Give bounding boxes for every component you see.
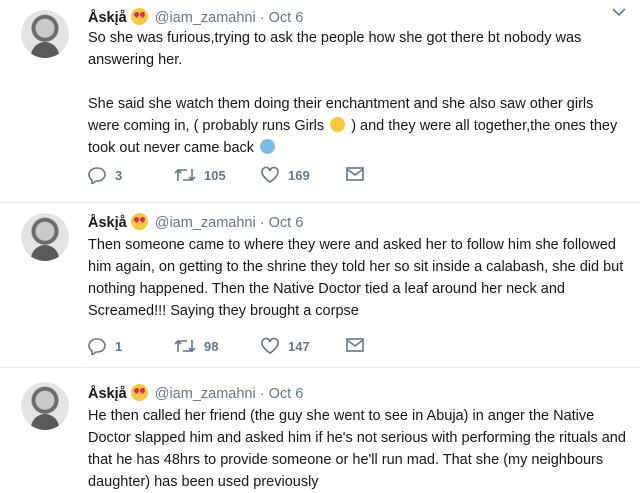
heart-eyes-emoji-icon [130, 213, 148, 230]
tweet-date[interactable]: Oct 6 [269, 215, 304, 231]
avatar[interactable] [21, 10, 69, 58]
retweet-button[interactable]: 105 [174, 166, 226, 184]
retweet-count: 105 [204, 168, 226, 183]
avatar[interactable] [21, 382, 69, 430]
tweet[interactable]: Åskįå @iam_zamahni · Oct 6 He then calle… [0, 368, 640, 491]
reply-icon [88, 167, 106, 186]
heart-eyes-emoji-icon [130, 8, 148, 25]
confused-emoji-icon [330, 117, 346, 132]
tweet-paragraph: She said she watch them doing their ench… [88, 93, 628, 159]
display-name[interactable]: Åskįå [88, 386, 127, 402]
reply-icon [88, 338, 106, 357]
reply-count: 3 [115, 168, 123, 183]
tweet[interactable]: Åskįå @iam_zamahni · Oct 6 Then someone … [0, 203, 640, 368]
retweet-button[interactable]: 98 [174, 337, 218, 355]
like-button[interactable]: 147 [260, 337, 310, 355]
display-name[interactable]: Åskįå [88, 215, 127, 231]
separator-dot: · [259, 386, 265, 402]
tweet-paragraph: So she was furious,trying to ask the peo… [88, 30, 582, 68]
tweet-paragraph: He then called her friend (the guy she w… [88, 408, 626, 490]
heart-icon [261, 337, 279, 354]
tweet-header: Åskįå @iam_zamahni · Oct 6 [88, 8, 303, 26]
envelope-icon [346, 167, 364, 181]
tweet-header: Åskįå @iam_zamahni · Oct 6 [88, 384, 303, 402]
like-button[interactable]: 169 [260, 166, 310, 184]
like-count: 169 [288, 168, 310, 183]
retweet-icon [174, 339, 196, 353]
retweet-icon [174, 168, 196, 182]
separator-dot: · [259, 10, 265, 26]
reply-count: 1 [115, 339, 123, 354]
tweet-header: Åskįå @iam_zamahni · Oct 6 [88, 213, 303, 231]
direct-message-button[interactable] [346, 337, 372, 353]
user-handle[interactable]: @iam_zamahni [155, 386, 256, 402]
avatar[interactable] [21, 213, 69, 261]
reply-button[interactable]: 3 [88, 166, 123, 186]
chevron-down-icon[interactable] [612, 6, 626, 20]
tweet-text: He then called her friend (the guy she w… [88, 405, 628, 493]
loudly-crying-emoji-icon [260, 139, 276, 154]
display-name[interactable]: Åskįå [88, 10, 127, 26]
like-count: 147 [288, 339, 310, 354]
reply-button[interactable]: 1 [88, 337, 123, 357]
tweet-text: Then someone came to where they were and… [88, 234, 628, 322]
tweet-date[interactable]: Oct 6 [269, 386, 304, 402]
retweet-count: 98 [204, 339, 219, 354]
direct-message-button[interactable] [346, 166, 372, 182]
tweet[interactable]: Åskįå @iam_zamahni · Oct 6 So she was fu… [0, 0, 640, 203]
tweet-paragraph: Then someone came to where they were and… [88, 237, 624, 319]
tweet-date[interactable]: Oct 6 [269, 10, 304, 26]
envelope-icon [346, 338, 364, 352]
tweet-text: So she was furious,trying to ask the peo… [88, 27, 628, 159]
heart-eyes-emoji-icon [130, 384, 148, 401]
user-handle[interactable]: @iam_zamahni [155, 10, 256, 26]
heart-icon [261, 166, 279, 183]
user-handle[interactable]: @iam_zamahni [155, 215, 256, 231]
separator-dot: · [259, 215, 265, 231]
